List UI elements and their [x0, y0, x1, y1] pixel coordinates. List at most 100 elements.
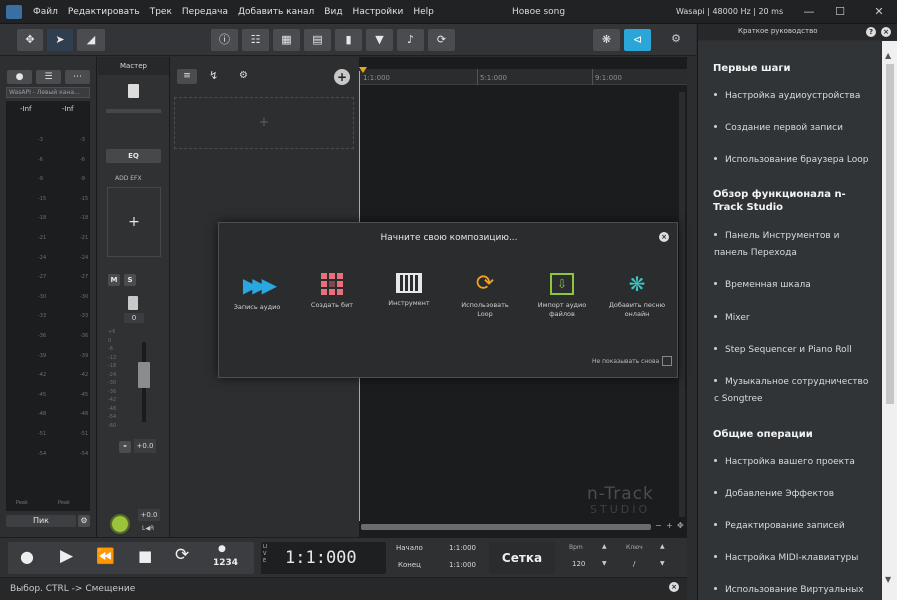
key-up-icon[interactable]: ▲: [660, 543, 665, 550]
record-button-icon[interactable]: ●: [20, 547, 34, 566]
record-input-icon[interactable]: ●: [7, 70, 32, 84]
guide-link[interactable]: Настройка аудиоустройства: [714, 88, 869, 105]
guide-link[interactable]: Настройка MIDI-клавиатуры: [714, 550, 869, 567]
app-logo-icon[interactable]: [6, 5, 22, 19]
menu-track[interactable]: Трек: [150, 7, 172, 17]
menu-add-channel[interactable]: Добавить канал: [238, 7, 314, 17]
guide-link[interactable]: Использование браузера Loop: [714, 152, 869, 169]
volume-tool-icon[interactable]: ◢: [77, 29, 105, 51]
guide-help-icon[interactable]: ?: [866, 27, 876, 37]
bpm-up-icon[interactable]: ▲: [602, 543, 607, 550]
pan-slider-handle[interactable]: [128, 296, 138, 310]
add-track-button[interactable]: +: [334, 69, 350, 85]
menu-transfer[interactable]: Передача: [182, 7, 228, 17]
input-device-select[interactable]: WasAPI - Левый кана...: [6, 87, 90, 98]
songtree-icon[interactable]: ❋: [593, 29, 620, 51]
mixer-icon[interactable]: ☷: [242, 29, 269, 51]
record-audio-option[interactable]: ▶▶▶ Запись аудио: [227, 273, 287, 312]
maximize-icon[interactable]: ☐: [825, 0, 855, 24]
add-track-area[interactable]: +: [174, 97, 354, 149]
peak-mode-button[interactable]: Пик: [6, 515, 76, 527]
dont-show-checkbox[interactable]: [662, 356, 672, 366]
loop-button-icon[interactable]: ⟳: [175, 545, 189, 565]
key-value[interactable]: /: [633, 560, 635, 568]
timeline-ruler[interactable]: [359, 69, 687, 85]
count-in-button[interactable]: 1234: [213, 558, 238, 568]
settings-gear-icon[interactable]: ⚙: [668, 32, 684, 48]
eq-button[interactable]: EQ: [106, 149, 161, 163]
menu-settings[interactable]: Настройки: [353, 7, 404, 17]
track-settings-icon[interactable]: ⚙: [239, 70, 248, 81]
menu-edit[interactable]: Редактировать: [68, 7, 140, 17]
step-sequencer-icon[interactable]: ▦: [273, 29, 300, 51]
dialog-close-icon[interactable]: ×: [659, 232, 669, 242]
guide-link[interactable]: Добавление Эффектов: [714, 486, 869, 503]
create-beat-option[interactable]: Создать бит: [302, 273, 362, 310]
scroll-down-icon[interactable]: ▼: [885, 575, 891, 584]
menu-view[interactable]: Вид: [324, 7, 342, 17]
status-close-icon[interactable]: ×: [669, 582, 679, 592]
track-filter-icon[interactable]: ≡: [177, 69, 197, 84]
guide-link[interactable]: Использование Виртуальных: [714, 582, 869, 599]
list-icon[interactable]: ☰: [36, 70, 61, 84]
guide-link[interactable]: Временная шкала: [714, 277, 869, 294]
playhead-marker-icon[interactable]: [359, 67, 367, 73]
piano-roll-icon[interactable]: ▤: [304, 29, 331, 51]
horizontal-scrollbar[interactable]: [361, 524, 651, 530]
import-audio-option[interactable]: ⇩ Импорт аудио файлов: [532, 273, 592, 319]
meter-settings-icon[interactable]: ⚙: [78, 515, 90, 527]
share-icon[interactable]: ⊲: [624, 29, 651, 51]
guide-link[interactable]: Музыкальное сотрудничество с Songtree: [714, 374, 869, 408]
bpm-value[interactable]: 120: [572, 560, 585, 568]
zoom-in-icon[interactable]: +: [666, 521, 673, 530]
mute-button[interactable]: M: [108, 274, 120, 286]
key-down-icon[interactable]: ▼: [660, 560, 665, 567]
speaker-icon[interactable]: [128, 84, 139, 98]
close-window-icon[interactable]: ✕: [864, 0, 894, 24]
select-tool-icon[interactable]: ➤: [47, 29, 73, 51]
guide-link[interactable]: Настройка вашего проекта: [714, 454, 869, 471]
fader-scale-label: -6: [108, 346, 113, 352]
guide-link[interactable]: Mixer: [714, 310, 869, 327]
audio-info[interactable]: Wasapi | 48000 Hz | 20 ms: [676, 0, 783, 24]
instrument-option[interactable]: Инструмент: [379, 273, 439, 308]
guide-scroll-thumb[interactable]: [886, 64, 894, 404]
guide-link[interactable]: Step Sequencer и Piano Roll: [714, 342, 869, 359]
fit-icon[interactable]: ✥: [677, 521, 684, 530]
move-tool-icon[interactable]: ✥: [17, 29, 43, 51]
stop-button-icon[interactable]: ■: [138, 547, 152, 565]
pan-value[interactable]: +0.0: [134, 439, 156, 453]
rewind-button-icon[interactable]: ⏪: [96, 547, 115, 565]
guide-close-icon[interactable]: ×: [881, 27, 891, 37]
more-icon[interactable]: ⋯: [65, 70, 90, 84]
add-efx-button[interactable]: +: [107, 187, 161, 257]
tuner-icon[interactable]: ▼: [366, 29, 393, 51]
play-button-icon[interactable]: ▶: [60, 546, 73, 566]
start-value[interactable]: 1:1:000: [449, 544, 476, 552]
zoom-out-icon[interactable]: −: [655, 521, 662, 530]
solo-button[interactable]: S: [124, 274, 136, 286]
guitar-icon[interactable]: ♪: [397, 29, 424, 51]
link-icon[interactable]: ⚭: [119, 441, 131, 453]
menu-file[interactable]: Файл: [33, 7, 58, 17]
volume-knob[interactable]: [110, 514, 130, 534]
guide-link[interactable]: Панель Инструментов и панель Перехода: [714, 228, 869, 262]
grid-button[interactable]: Сетка: [489, 542, 555, 574]
automation-icon[interactable]: ↯: [209, 69, 218, 82]
add-song-online-option[interactable]: ❋ Добавить песню онлайн: [607, 273, 667, 319]
menu-help[interactable]: Help: [413, 7, 434, 17]
info-icon[interactable]: ⓘ: [211, 29, 238, 51]
guide-link[interactable]: Создание первой записи: [714, 120, 869, 137]
scroll-up-icon[interactable]: ▲: [885, 51, 891, 60]
metronome-icon[interactable]: ▮: [335, 29, 362, 51]
minimize-icon[interactable]: —: [794, 0, 824, 24]
loop-icon[interactable]: ⟳: [428, 29, 455, 51]
guide-link[interactable]: Редактирование записей: [714, 518, 869, 535]
end-value[interactable]: 1:1:000: [449, 561, 476, 569]
volume-value[interactable]: +0.0: [138, 509, 160, 521]
vertical-scrollbar[interactable]: [679, 92, 685, 517]
bpm-down-icon[interactable]: ▼: [602, 560, 607, 567]
volume-fader-handle[interactable]: [138, 362, 150, 388]
use-loop-option[interactable]: ⟳ Использовать Loop: [455, 273, 515, 319]
gain-value[interactable]: 0: [124, 313, 144, 323]
